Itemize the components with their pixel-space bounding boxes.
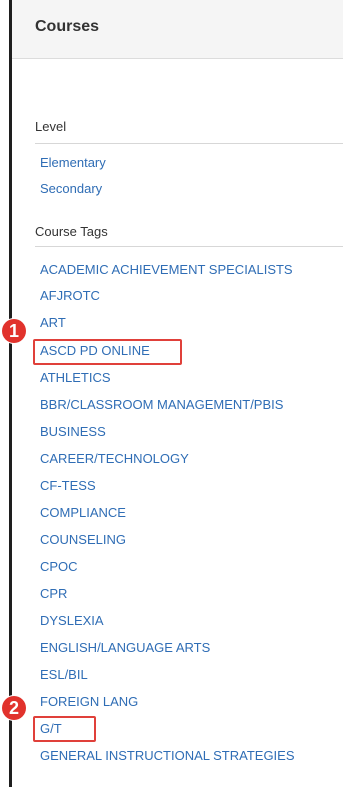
level-heading: Level: [35, 119, 67, 134]
level-elementary-link[interactable]: Elementary: [40, 155, 106, 170]
course-tags-heading: Course Tags: [35, 224, 108, 239]
highlight-ascd-pd-online: [33, 339, 182, 365]
course-tags-divider: [35, 246, 343, 247]
tag-cf-tess[interactable]: CF-TESS: [40, 478, 96, 493]
tag-cpoc[interactable]: CPOC: [40, 559, 78, 574]
highlight-g-t: [33, 716, 96, 742]
page-title: Courses: [35, 18, 100, 35]
level-divider: [35, 143, 343, 144]
tag-afjrotc[interactable]: AFJROTC: [40, 288, 100, 303]
tag-dyslexia[interactable]: DYSLEXIA: [40, 613, 104, 628]
courses-header: Courses: [12, 0, 343, 59]
callout-1-badge: 1: [2, 319, 26, 343]
tag-business[interactable]: BUSINESS: [40, 424, 106, 439]
tag-counseling[interactable]: COUNSELING: [40, 532, 126, 547]
tag-athletics[interactable]: ATHLETICS: [40, 370, 111, 385]
callout-2-badge: 2: [2, 696, 26, 720]
tag-cpr[interactable]: CPR: [40, 586, 67, 601]
tag-career-technology[interactable]: CAREER/TECHNOLOGY: [40, 451, 189, 466]
tag-general-instructional-strategies[interactable]: GENERAL INSTRUCTIONAL STRATEGIES: [40, 748, 295, 763]
tag-academic-achievement-specialists[interactable]: ACADEMIC ACHIEVEMENT SPECIALISTS: [40, 262, 293, 277]
tag-esl-bil[interactable]: ESL/BIL: [40, 667, 88, 682]
tag-compliance[interactable]: COMPLIANCE: [40, 505, 126, 520]
filter-panel: Level Elementary Secondary Course Tags A…: [12, 59, 343, 787]
level-secondary-link[interactable]: Secondary: [40, 181, 102, 196]
tag-foreign-lang[interactable]: FOREIGN LANG: [40, 694, 138, 709]
tag-art[interactable]: ART: [40, 315, 66, 330]
tag-english-language-arts[interactable]: ENGLISH/LANGUAGE ARTS: [40, 640, 210, 655]
tag-bbr-classroom-management-pbis[interactable]: BBR/CLASSROOM MANAGEMENT/PBIS: [40, 397, 283, 412]
